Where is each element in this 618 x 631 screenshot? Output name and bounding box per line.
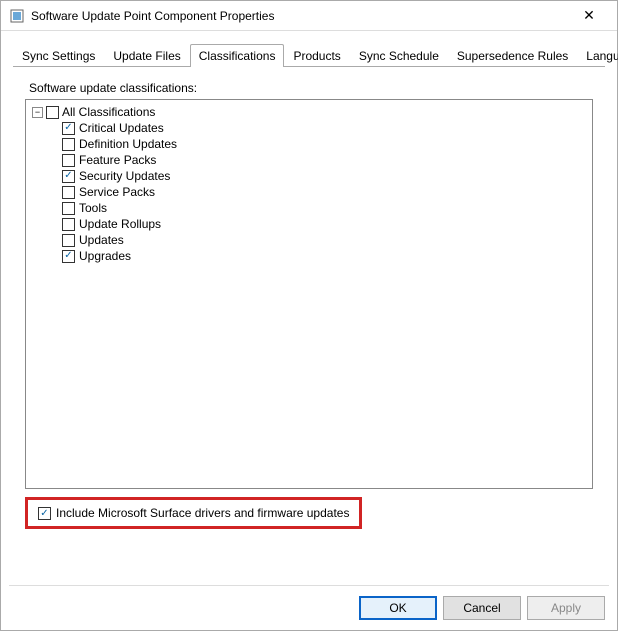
- cancel-button[interactable]: Cancel: [443, 596, 521, 620]
- checkbox-feature-packs[interactable]: [62, 154, 75, 167]
- tree-item-label[interactable]: Feature Packs: [79, 152, 156, 168]
- titlebar: Software Update Point Component Properti…: [1, 1, 617, 31]
- tree-children: Critical Updates Definition Updates Feat…: [62, 120, 586, 264]
- tab-languages[interactable]: Languages: [577, 44, 618, 67]
- checkbox-critical-updates[interactable]: [62, 122, 75, 135]
- checkbox-upgrades[interactable]: [62, 250, 75, 263]
- section-label: Software update classifications:: [25, 81, 593, 95]
- tree-item-label[interactable]: Service Packs: [79, 184, 155, 200]
- apply-button: Apply: [527, 596, 605, 620]
- tree-item: Updates: [62, 232, 586, 248]
- checkbox-include-surface[interactable]: [38, 507, 51, 520]
- tree-item: Critical Updates: [62, 120, 586, 136]
- tree-item-label[interactable]: Updates: [79, 232, 124, 248]
- checkbox-all-classifications[interactable]: [46, 106, 59, 119]
- tree-item-label[interactable]: Upgrades: [79, 248, 131, 264]
- tree-root-label[interactable]: All Classifications: [62, 104, 155, 120]
- tree-item: Tools: [62, 200, 586, 216]
- separator: [9, 585, 609, 586]
- checkbox-definition-updates[interactable]: [62, 138, 75, 151]
- tree-item-label[interactable]: Security Updates: [79, 168, 170, 184]
- window-title: Software Update Point Component Properti…: [31, 9, 569, 23]
- tab-products[interactable]: Products: [284, 44, 349, 67]
- checkbox-tools[interactable]: [62, 202, 75, 215]
- include-surface-label[interactable]: Include Microsoft Surface drivers and fi…: [56, 506, 349, 520]
- tab-classifications[interactable]: Classifications: [190, 44, 285, 67]
- tree-item: Upgrades: [62, 248, 586, 264]
- tree-item: Service Packs: [62, 184, 586, 200]
- tree-item-label[interactable]: Definition Updates: [79, 136, 177, 152]
- ok-button[interactable]: OK: [359, 596, 437, 620]
- classifications-tree: − All Classifications Critical Updates D…: [25, 99, 593, 489]
- tree-item: Security Updates: [62, 168, 586, 184]
- tree-item-label[interactable]: Tools: [79, 200, 107, 216]
- tree-item: Definition Updates: [62, 136, 586, 152]
- checkbox-update-rollups[interactable]: [62, 218, 75, 231]
- tree-item-label[interactable]: Critical Updates: [79, 120, 164, 136]
- app-icon: [9, 8, 25, 24]
- checkbox-updates[interactable]: [62, 234, 75, 247]
- tree-item: Update Rollups: [62, 216, 586, 232]
- tree-collapse-icon[interactable]: −: [32, 107, 43, 118]
- tab-content: Software update classifications: − All C…: [13, 67, 605, 537]
- tree-item: Feature Packs: [62, 152, 586, 168]
- dialog-buttons: OK Cancel Apply: [359, 596, 605, 620]
- close-icon[interactable]: ✕: [569, 2, 609, 30]
- checkbox-service-packs[interactable]: [62, 186, 75, 199]
- tree-item-label[interactable]: Update Rollups: [79, 216, 161, 232]
- include-surface-highlight: Include Microsoft Surface drivers and fi…: [25, 497, 362, 529]
- tab-supersedence-rules[interactable]: Supersedence Rules: [448, 44, 577, 67]
- tab-sync-schedule[interactable]: Sync Schedule: [350, 44, 448, 67]
- tree-root-row: − All Classifications: [32, 104, 586, 120]
- tab-sync-settings[interactable]: Sync Settings: [13, 44, 104, 67]
- checkbox-security-updates[interactable]: [62, 170, 75, 183]
- tab-update-files[interactable]: Update Files: [104, 44, 189, 67]
- tab-row: Sync Settings Update Files Classificatio…: [13, 43, 605, 67]
- tab-container: Sync Settings Update Files Classificatio…: [1, 31, 617, 537]
